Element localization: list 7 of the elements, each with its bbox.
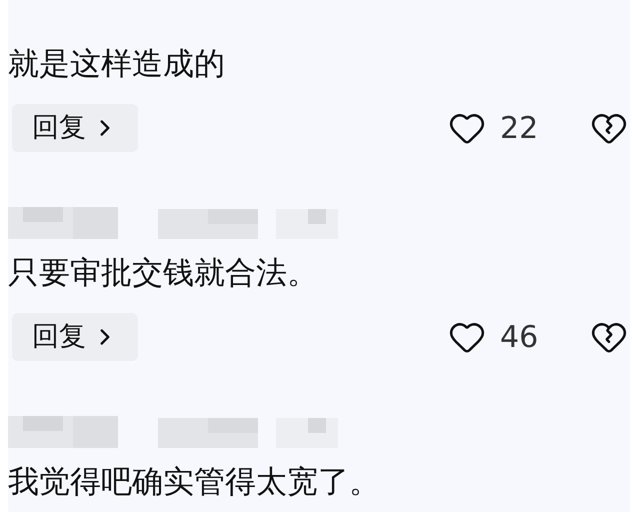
comment-text: 我觉得吧确实管得太宽了。 xyxy=(8,463,381,502)
reply-button[interactable]: 回复 xyxy=(12,104,138,152)
comment-text: 就是这样造成的 xyxy=(8,45,226,84)
like-count: 46 xyxy=(500,318,538,356)
like-count: 22 xyxy=(500,110,538,148)
reply-button[interactable]: 回复 xyxy=(12,313,138,361)
comment-text: 只要审批交钱就合法。 xyxy=(8,254,319,293)
